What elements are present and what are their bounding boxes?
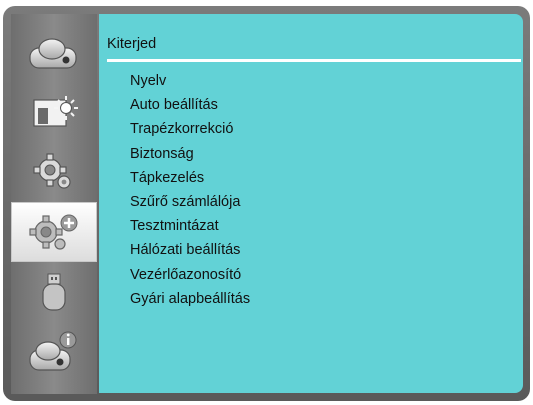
panel-title: Kiterjed	[107, 36, 157, 52]
projector-icon	[29, 38, 77, 69]
projector-info-icon	[29, 331, 77, 371]
usb-icon	[42, 273, 66, 311]
sidebar-item-usb[interactable]	[11, 262, 97, 322]
sidebar-item-information[interactable]	[11, 322, 97, 382]
menu-item-factory-default[interactable]: Gyári alapbeállítás	[130, 287, 250, 311]
sidebar-item-settings[interactable]	[11, 142, 97, 202]
menu-item-auto-setup[interactable]: Auto beállítás	[130, 93, 250, 117]
menu-list: Nyelv Auto beállítás Trapézkorrekció Biz…	[130, 69, 250, 311]
sidebar-item-picture[interactable]	[11, 82, 97, 142]
sidebar-item-projector[interactable]	[11, 22, 97, 82]
menu-item-filter-counter[interactable]: Szűrő számlálója	[130, 190, 250, 214]
menu-item-test-pattern[interactable]: Tesztmintázat	[130, 214, 250, 238]
menu-item-network-settings[interactable]: Hálózati beállítás	[130, 238, 250, 262]
category-sidebar	[11, 14, 97, 394]
image-brightness-icon	[33, 96, 78, 127]
menu-item-control-id[interactable]: Vezérlőazonosító	[130, 263, 250, 287]
sidebar-item-extended[interactable]	[11, 202, 97, 262]
gear-icon	[33, 153, 71, 189]
title-divider	[107, 59, 521, 62]
menu-panel: Kiterjed Nyelv Auto beállítás Trapézkorr…	[99, 14, 523, 393]
menu-item-power-management[interactable]: Tápkezelés	[130, 166, 250, 190]
gear-plus-icon	[29, 214, 78, 250]
menu-item-security[interactable]: Biztonság	[130, 142, 250, 166]
menu-item-language[interactable]: Nyelv	[130, 69, 250, 93]
osd-menu-frame: Kiterjed Nyelv Auto beállítás Trapézkorr…	[3, 6, 530, 401]
menu-item-keystone[interactable]: Trapézkorrekció	[130, 117, 250, 141]
